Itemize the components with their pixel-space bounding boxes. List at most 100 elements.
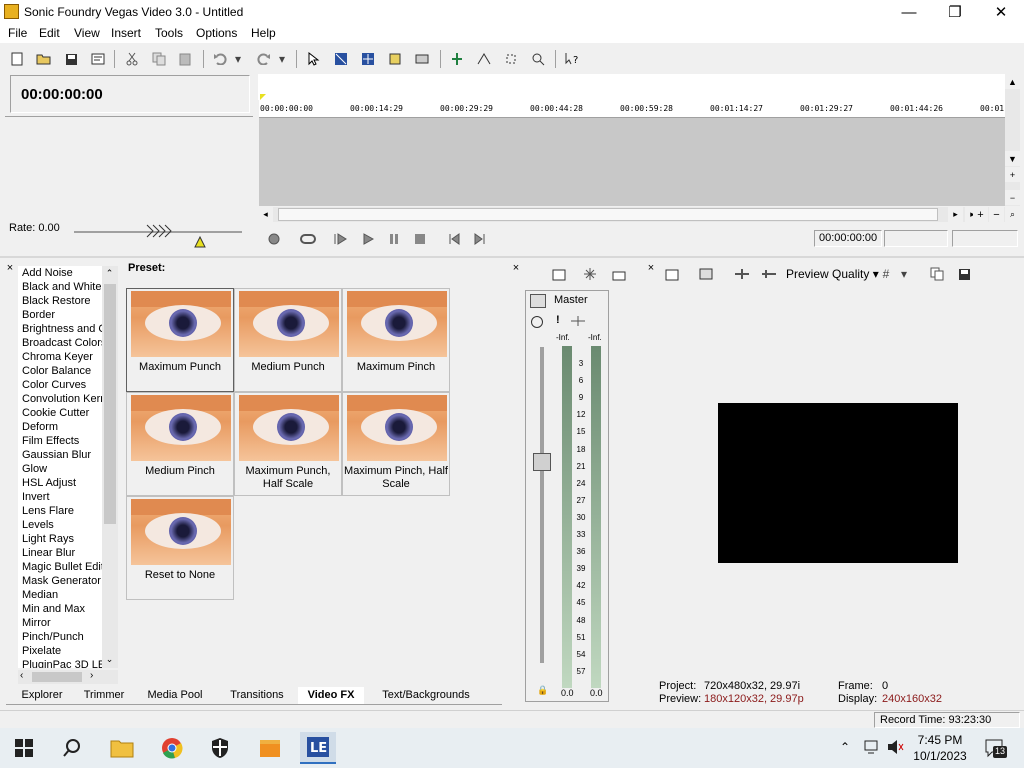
ignore-grouping-icon[interactable] [528,49,548,69]
close-button[interactable]: ✕ [978,0,1024,24]
save-snapshot-icon[interactable] [954,264,974,284]
tab-explorer[interactable]: Explorer [14,687,70,705]
tab-transitions[interactable]: Transitions [220,687,294,705]
preview-properties-icon[interactable] [662,264,682,284]
taskbar-time[interactable]: 7:45 PM [912,733,968,747]
tab-trimmer[interactable]: Trimmer [76,687,132,705]
windows-start-icon[interactable] [6,732,42,764]
zoom-tool-icon[interactable] [385,49,405,69]
timeline-ruler[interactable]: 00:00:00:00 00:00:14:29 00:00:29:29 00:0… [259,100,1005,118]
zoom-in-vertical-icon[interactable]: + [1005,167,1020,182]
selection-tool-icon[interactable] [358,49,378,69]
crossfade-icon[interactable] [474,49,494,69]
fx-scroll-thumb[interactable] [104,284,116,524]
pause-icon[interactable] [384,229,404,249]
tab-video-fx[interactable]: Video FX [298,687,364,705]
taskbar-date[interactable]: 10/1/2023 [909,749,971,763]
normal-edit-tool-icon[interactable] [304,49,324,69]
zoom-tool-magnifier-icon[interactable]: ⌕ [1005,207,1020,222]
track-area[interactable] [259,118,1005,206]
properties-icon[interactable] [88,49,108,69]
minimize-button[interactable]: — [886,0,932,24]
undo-dropdown-icon[interactable]: ▾ [232,49,244,69]
scroll-down-icon[interactable]: ▼ [1005,151,1020,166]
lock-icon[interactable]: 🔒 [537,685,548,696]
close-preview-icon[interactable]: × [645,262,657,274]
search-icon[interactable] [54,732,90,764]
preset-thumbnail[interactable]: Reset to None [126,496,234,600]
copy-icon[interactable] [149,49,169,69]
master-fader-track[interactable] [540,347,544,663]
close-fx-window-icon[interactable]: × [4,262,16,274]
fx-list-hscrollbar[interactable]: ‹ › [18,670,118,684]
redo-dropdown-icon[interactable]: ▾ [276,49,288,69]
scrollbar-thumb[interactable] [278,208,938,221]
master-fader-thumb[interactable] [533,453,551,471]
menu-help[interactable]: Help [251,26,276,40]
record-icon[interactable] [264,229,284,249]
zoom-out-horizontal-icon[interactable]: − [989,207,1004,222]
tab-text-backgrounds[interactable]: Text/Backgrounds [370,687,482,705]
timeline-marker-bar[interactable] [258,74,1008,100]
zoom-out-vertical-icon[interactable]: − [1005,190,1020,205]
go-to-start-icon[interactable] [444,229,464,249]
tab-media-pool[interactable]: Media Pool [138,687,212,705]
overlays-dropdown-icon[interactable]: ▾ [898,264,910,284]
file-explorer-icon[interactable] [104,732,140,764]
menu-options[interactable]: Options [196,26,237,40]
menu-tools[interactable]: Tools [155,26,183,40]
stop-icon[interactable] [410,229,430,249]
timeline-horizontal-scrollbar[interactable]: ◂ ▸ ▸ + − ⌕ [258,207,1020,222]
cursor-position-field[interactable]: 00:00:00:00 [814,230,882,247]
whats-this-help-icon[interactable]: ? [563,49,583,69]
paste-icon[interactable] [176,49,196,69]
scroll-right-icon[interactable]: ▸ [948,207,963,222]
fx-list-scrollbar[interactable]: ⌃ ⌄ [102,266,118,668]
fx-hscroll-thumb[interactable] [32,672,82,682]
network-icon[interactable] [863,738,881,756]
preset-thumbnail[interactable]: Maximum Pinch, Half Scale [342,392,450,496]
undo-icon[interactable] [210,49,230,69]
preset-thumbnail[interactable]: Medium Punch [234,288,342,392]
mixer-properties-icon[interactable] [549,264,569,284]
close-mixer-icon[interactable]: × [510,262,522,274]
mute-icon[interactable] [531,316,543,328]
play-from-start-icon[interactable] [331,229,351,249]
insert-assignable-fx-icon[interactable] [580,264,600,284]
menu-insert[interactable]: Insert [111,26,141,40]
master-fx-icon[interactable] [570,315,586,327]
timeline-vertical-scrollbar[interactable]: ▲ ▼ + − [1005,74,1020,206]
selection-start-field[interactable] [884,230,948,247]
menu-view[interactable]: View [74,26,100,40]
menu-file[interactable]: File [8,26,27,40]
go-to-end-icon[interactable] [470,229,490,249]
auto-ripple-icon[interactable] [412,49,432,69]
fx-hscroll-right-icon[interactable]: › [90,670,93,681]
solo-icon[interactable]: ! [556,314,560,326]
copy-snapshot-icon[interactable] [927,264,947,284]
scroll-up-icon[interactable]: ▲ [1005,74,1020,89]
save-icon[interactable] [61,49,81,69]
rate-slider-thumb[interactable] [146,224,172,238]
vegas-taskbar-icon[interactable]: LE [300,732,336,764]
cut-icon[interactable] [122,49,142,69]
open-icon[interactable] [34,49,54,69]
snapping-icon[interactable] [447,49,467,69]
video-output-fx-icon[interactable] [759,264,779,284]
loop-playback-icon[interactable] [298,229,318,249]
insert-bus-icon[interactable] [609,264,629,284]
fx-scroll-down-icon[interactable]: ⌄ [102,652,117,667]
zoom-in-horizontal-icon[interactable]: + [973,207,988,222]
preset-thumbnail[interactable]: Medium Pinch [126,392,234,496]
show-hidden-icons-icon[interactable]: ⌃ [840,740,850,754]
split-screen-icon[interactable] [732,264,752,284]
redo-icon[interactable] [254,49,274,69]
scroll-left-icon[interactable]: ◂ [258,207,273,222]
envelope-tool-icon[interactable] [331,49,351,69]
volume-muted-icon[interactable] [886,738,904,756]
preset-thumbnail[interactable]: Maximum Punch, Half Scale [234,392,342,496]
overlays-grid-icon[interactable]: # [876,264,896,284]
preset-thumbnail[interactable]: Maximum Punch [126,288,234,392]
selection-length-field[interactable] [952,230,1018,247]
maximize-button[interactable]: ❐ [932,0,978,24]
